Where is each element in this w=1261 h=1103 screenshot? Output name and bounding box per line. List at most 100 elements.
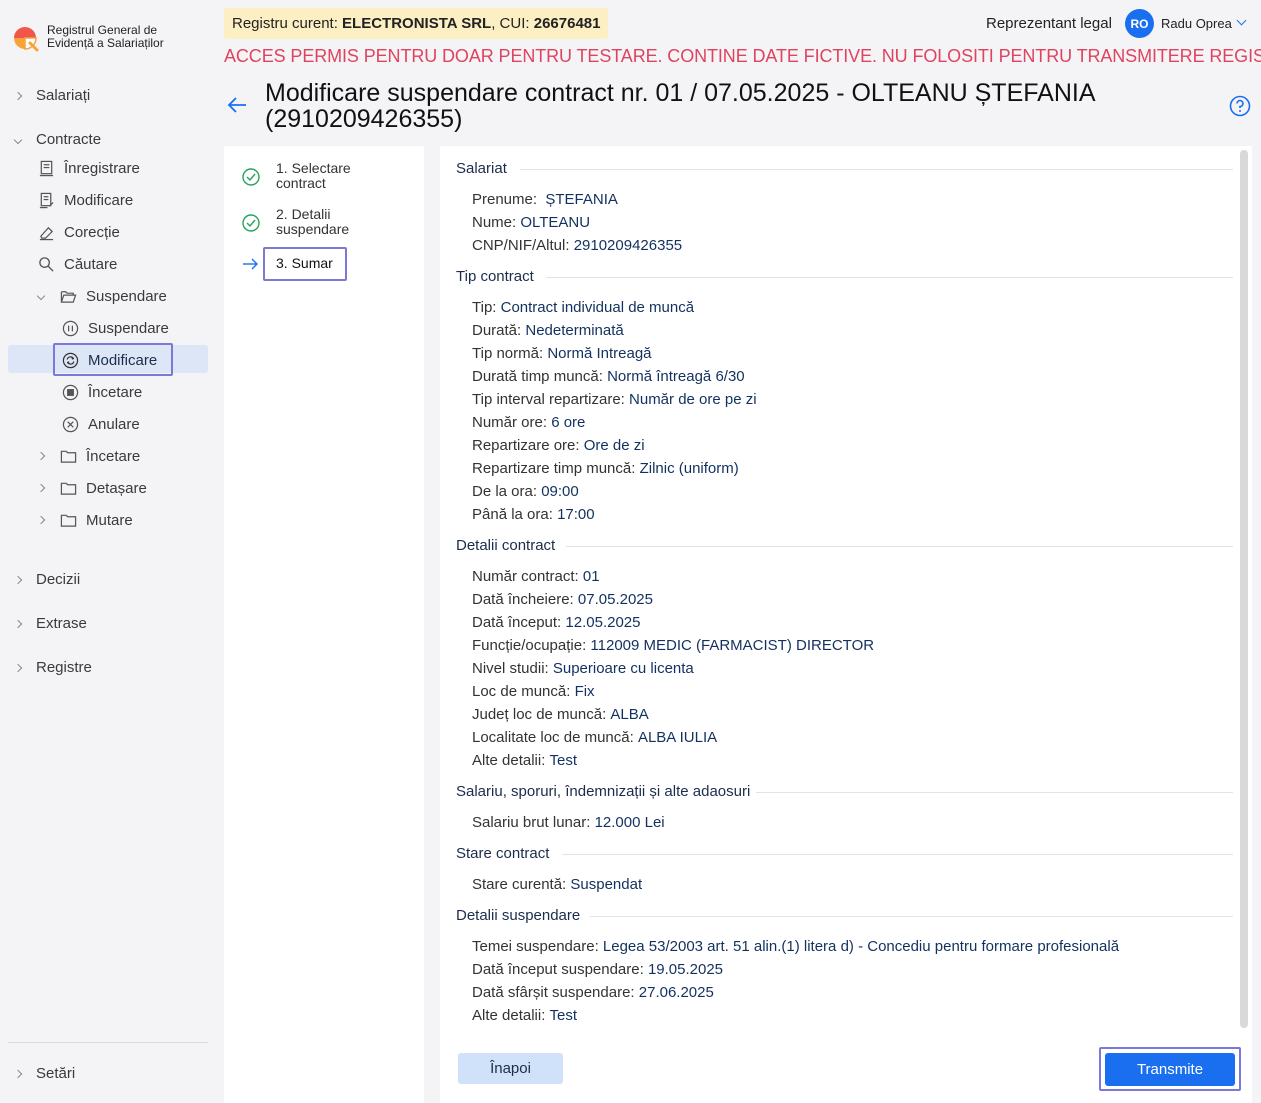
user-role: Reprezentant legal [986,15,1112,32]
row-label: Alte detalii: [472,752,550,769]
nav-suspendare-label: Suspendare [88,319,169,337]
active-item-outline [53,343,173,376]
help-icon[interactable] [1229,95,1251,117]
nav-setari[interactable]: Setări [10,1065,75,1082]
row-label: De la ora: [472,483,542,500]
nav-incetare-sub[interactable]: Încetare [61,383,142,401]
chevron-right-icon [10,574,26,586]
row-value: 2910209426355 [573,237,683,254]
row-value: 01 [582,568,600,585]
nav-mutare[interactable]: Mutare [33,511,133,529]
nav-suspendare-folder[interactable]: Suspendare [33,287,167,305]
row-label: Dată început suspendare: [472,961,648,978]
nav-setari-label: Setări [36,1065,76,1082]
nav-suspendare[interactable]: Suspendare [61,319,169,337]
row-value: Zilnic (uniform) [639,460,739,477]
row-label: Număr contract: [472,568,583,585]
logo-icon [14,27,39,52]
nav-inregistrare-label: Înregistrare [64,159,140,177]
eraser-icon [37,223,55,241]
chevron-right-icon [10,90,26,102]
section-divider [546,277,1233,278]
nav-detasare-label: Detașare [86,479,147,497]
folder-icon [59,511,77,529]
scrollbar[interactable] [1240,150,1248,1028]
nav-incetare-sub-label: Încetare [88,383,143,401]
summary-row: Dată sfârșit suspendare: 27.06.2025 [472,984,714,1001]
nav-suspendare-folder-label: Suspendare [86,287,167,305]
nav-registre[interactable]: Registre [10,659,92,676]
folder-icon [59,479,77,497]
row-nume: Nume: OLTEANU [472,214,590,231]
nav-inregistrare[interactable]: Înregistrare [37,159,140,177]
row-label: Durată: [472,322,526,339]
search-icon [37,255,55,273]
current-step-outline [263,247,347,281]
summary-row: Alte detalii: Test [472,752,577,769]
folder-open-icon [59,287,77,305]
nav-modificare-label: Modificare [64,191,134,209]
submit-button[interactable]: Transmite [1105,1053,1235,1086]
nav-extrase-label: Extrase [36,615,87,632]
nav-detasare[interactable]: Detașare [33,479,147,497]
row-value: 6 ore [551,414,586,431]
registry-company: ELECTRONISTA SRL [342,15,492,32]
close-circle-icon [61,415,79,433]
nav-incetare-folder[interactable]: Încetare [33,447,140,465]
summary-row: Alte detalii: Test [472,1007,577,1024]
page-title: Modificare suspendare contract nr. 01 / … [265,79,1095,133]
check-circle-icon [242,214,260,232]
summary-row: Temei suspendare: Legea 53/2003 art. 51 … [472,938,1119,955]
summary-row: Tip: Contract individual de muncă [472,299,694,316]
nav-anulare[interactable]: Anulare [61,415,140,433]
chevron-right-icon [33,514,49,526]
summary-row: Nivel studii: Superioare cu licenta [472,660,694,677]
row-label: Număr ore: [472,414,552,431]
row-label: Prenume: [472,191,542,208]
back-button[interactable]: Înapoi [458,1053,563,1084]
row-value: Legea 53/2003 art. 51 alin.(1) litera d)… [602,938,1120,955]
summary-row: Număr ore: 6 ore [472,414,585,431]
nav-corectie-label: Corecție [64,223,120,241]
check-circle-icon [242,168,260,186]
summary-row: Repartizare ore: Ore de zi [472,437,645,454]
nav-incetare-folder-label: Încetare [86,447,141,465]
row-value: Normă întreagă 6/30 [607,368,745,385]
back-arrow-icon[interactable] [226,94,248,116]
app-logo[interactable]: Registrul General de Evidență a Salariaț… [10,22,164,52]
nav-modificare[interactable]: Modificare [37,191,133,209]
summary-row: Județ loc de muncă: ALBA [472,706,649,723]
current-registry-badge: Registru curent: ELECTRONISTA SRL , CUI:… [224,8,609,39]
row-value: ALBA IULIA [637,729,718,746]
chevron-right-icon [10,662,26,674]
test-warning-banner: ACCES PERMIS PENTRU DOAR PENTRU TESTARE.… [224,46,1261,66]
row-value: 19.05.2025 [647,961,724,978]
nav-salariati[interactable]: Salariați [10,87,90,104]
row-label: Loc de muncă: [472,683,575,700]
row-label: Județ loc de muncă: [472,706,611,723]
chevron-right-icon [33,450,49,462]
nav-contracte[interactable]: Contracte [10,131,101,148]
row-value: ȘTEFANIA [541,191,618,208]
pause-circle-icon [61,319,79,337]
summary-row: Durată: Nedeterminată [472,322,624,339]
nav-decizii[interactable]: Decizii [10,571,80,588]
row-value: Test [549,1007,578,1024]
avatar[interactable]: RO [1125,9,1154,38]
row-label: Nivel studii: [472,660,553,677]
summary-row: Dată început: 12.05.2025 [472,614,640,631]
step-2[interactable]: 2. Detalii suspendare [241,207,349,237]
step-2-label-line2: suspendare [276,221,350,237]
summary-row: Stare curentă: Suspendat [472,876,642,893]
chevron-right-icon [33,482,49,494]
nav-corectie[interactable]: Corecție [37,223,120,241]
row-value: Ore de zi [583,437,645,454]
row-value: 17:00 [557,506,595,523]
nav-anulare-label: Anulare [88,415,140,433]
chevron-down-icon[interactable] [1236,15,1247,26]
user-name[interactable]: Radu Oprea [1161,16,1232,31]
summary-row: Număr contract: 01 [472,568,600,585]
step-1[interactable]: 1. Selectare contract [241,161,351,191]
nav-extrase[interactable]: Extrase [10,615,87,632]
nav-cautare[interactable]: Căutare [37,255,117,273]
